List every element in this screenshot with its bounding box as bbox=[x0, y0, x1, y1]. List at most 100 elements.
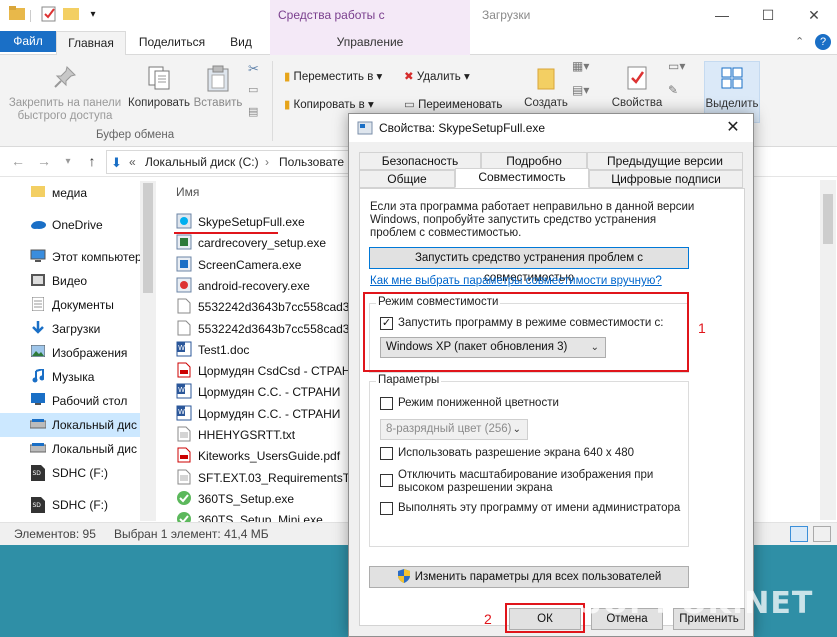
new-folder-icon bbox=[532, 65, 560, 93]
file-row[interactable]: W Цормудян С.С. - СТРАНИ bbox=[176, 404, 351, 425]
tab-home[interactable]: Главная bbox=[56, 31, 126, 55]
file-row[interactable]: HHEHYGSRTT.txt bbox=[176, 425, 351, 446]
file-row[interactable]: W Цормудян С.С. - СТРАНИ bbox=[176, 382, 351, 403]
file-name: Test1.doc bbox=[198, 342, 250, 357]
content-scroll-thumb[interactable] bbox=[823, 194, 833, 244]
res640-checkbox[interactable] bbox=[380, 447, 393, 460]
file-row[interactable]: SFT.EXT.03_RequirementsTes bbox=[176, 468, 351, 489]
rename-button[interactable]: ▭ Переименовать bbox=[404, 97, 502, 111]
properties-qat-icon[interactable] bbox=[40, 6, 58, 24]
computer-icon bbox=[30, 249, 46, 265]
nav-item-label: OneDrive bbox=[52, 218, 103, 232]
new-item-icon[interactable]: ▦▾ bbox=[572, 59, 589, 73]
minimize-button[interactable]: — bbox=[699, 0, 745, 31]
file-row[interactable]: ScreenCamera.exe bbox=[176, 255, 351, 276]
tab-share[interactable]: Поделиться bbox=[130, 31, 214, 55]
details-view-icon[interactable] bbox=[790, 526, 808, 542]
file-row[interactable]: Kiteworks_UsersGuide.pdf bbox=[176, 446, 351, 467]
new-folder-qat-icon[interactable] bbox=[62, 6, 80, 24]
file-row[interactable]: 5532242d3643b7cc558cad3e bbox=[176, 297, 351, 318]
nav-item[interactable]: Видео bbox=[0, 269, 155, 293]
nav-item[interactable]: Музыка bbox=[0, 365, 155, 389]
nav-item[interactable]: Загрузки bbox=[0, 317, 155, 341]
breadcrumb-users[interactable]: Пользовате bbox=[279, 155, 344, 169]
paste-button[interactable]: Вставить bbox=[192, 65, 244, 110]
change-all-users-label: Изменить параметры для всех пользователе… bbox=[414, 571, 662, 583]
properties-button[interactable]: Свойства bbox=[606, 65, 668, 110]
delete-icon: ✖ bbox=[404, 71, 414, 83]
nav-item-label: медиа bbox=[52, 186, 88, 200]
nav-item[interactable]: Локальный дис bbox=[0, 413, 155, 437]
file-row[interactable]: android-recovery.exe bbox=[176, 276, 351, 297]
reduced-color-checkbox[interactable] bbox=[380, 397, 393, 410]
close-window-button[interactable]: ✕ bbox=[791, 0, 837, 31]
file-row[interactable]: 360TS_Setup.exe bbox=[176, 489, 351, 510]
change-all-users-button[interactable]: Изменить параметры для всех пользователе… bbox=[369, 566, 689, 588]
file-name: android-recovery.exe bbox=[198, 278, 310, 293]
nav-item[interactable]: SD SDHC (F:) bbox=[0, 461, 155, 485]
pin-quick-access-button[interactable]: Закрепить на панели быстрого доступа bbox=[6, 65, 124, 123]
new-folder-button[interactable]: Создать bbox=[518, 65, 574, 110]
file-row[interactable]: 5532242d3643b7cc558cad3e bbox=[176, 319, 351, 340]
recent-icon[interactable]: ▾ bbox=[58, 156, 78, 167]
file-row[interactable]: W Test1.doc bbox=[176, 340, 351, 361]
copy-button[interactable]: Копировать bbox=[128, 65, 190, 110]
copy-to-button[interactable]: ▮ Копировать в ▾ bbox=[284, 97, 374, 111]
content-scrollbar[interactable] bbox=[820, 180, 836, 520]
customize-qat-icon[interactable]: ▾ bbox=[84, 6, 102, 24]
video-icon bbox=[30, 273, 46, 289]
tab-manage[interactable]: Управление bbox=[270, 31, 470, 55]
paste-shortcut-icon[interactable]: ▤ bbox=[248, 105, 258, 118]
large-icons-view-icon[interactable] bbox=[813, 526, 831, 542]
file-row[interactable]: cardrecovery_setup.exe bbox=[176, 233, 351, 254]
tab-compatibility[interactable]: Совместимость bbox=[455, 168, 589, 188]
move-to-button[interactable]: ▮ Переместить в ▾ bbox=[284, 69, 382, 83]
compatibility-panel: Если эта программа работает неправильно … bbox=[359, 188, 745, 626]
breadcrumb-chevron-icon: › bbox=[265, 155, 269, 169]
tab-general[interactable]: Общие bbox=[359, 170, 455, 188]
tab-file[interactable]: Файл bbox=[0, 31, 56, 52]
open-icon[interactable]: ▭▾ bbox=[668, 59, 685, 73]
tab-view[interactable]: Вид bbox=[218, 31, 264, 55]
file-row[interactable]: SkypeSetupFull.exe bbox=[176, 212, 351, 233]
nav-scroll-thumb[interactable] bbox=[143, 183, 153, 293]
nav-item[interactable]: Локальный дис bbox=[0, 437, 155, 461]
breadcrumb-overflow[interactable]: « bbox=[129, 155, 136, 169]
tab-previous-versions[interactable]: Предыдущие версии bbox=[587, 152, 743, 170]
manual-settings-link[interactable]: Как мне выбрать параметры совместимости … bbox=[370, 275, 662, 287]
nav-item[interactable]: Изображения bbox=[0, 341, 155, 365]
forward-icon[interactable]: → bbox=[34, 153, 54, 169]
breadcrumb-drive[interactable]: Локальный диск (C:) bbox=[145, 155, 259, 169]
nav-item-label: Локальный дис bbox=[52, 442, 137, 456]
nav-item[interactable]: OneDrive bbox=[0, 213, 155, 237]
disable-scaling-checkbox[interactable] bbox=[380, 474, 393, 487]
collapse-ribbon-icon[interactable]: ⌃ bbox=[795, 35, 804, 48]
back-icon[interactable]: ← bbox=[8, 153, 28, 169]
delete-label: Удалить bbox=[416, 71, 461, 83]
easy-access-icon[interactable]: ▤▾ bbox=[572, 83, 589, 97]
file-name: cardrecovery_setup.exe bbox=[198, 236, 327, 251]
nav-item[interactable]: медиа bbox=[0, 181, 155, 205]
cut-icon[interactable]: ✂ bbox=[248, 61, 259, 77]
delete-button[interactable]: ✖ Удалить ▾ bbox=[404, 69, 470, 83]
column-header-name[interactable]: Имя bbox=[176, 185, 199, 199]
tab-digital-signatures[interactable]: Цифровые подписи bbox=[589, 170, 743, 188]
dialog-close-button[interactable]: ✕ bbox=[719, 117, 747, 139]
nav-item[interactable]: Рабочий стол bbox=[0, 389, 155, 413]
nav-item[interactable]: Этот компьютер bbox=[0, 245, 155, 269]
file-name: HHEHYGSRTT.txt bbox=[198, 428, 296, 442]
copy-path-icon[interactable]: ▭ bbox=[248, 83, 258, 96]
up-icon[interactable]: ↑ bbox=[82, 153, 102, 169]
settings-group-title: Параметры bbox=[376, 374, 442, 386]
nav-item[interactable]: SD SDHC (F:) bbox=[0, 493, 155, 517]
edit-icon[interactable]: ✎ bbox=[668, 83, 678, 97]
run-troubleshooter-button[interactable]: Запустить средство устранения проблем с … bbox=[369, 247, 689, 284]
address-box[interactable]: ⬇ « Локальный диск (C:) › Пользовате bbox=[106, 150, 366, 174]
help-icon[interactable]: ? bbox=[815, 34, 831, 50]
nav-item[interactable]: Документы bbox=[0, 293, 155, 317]
file-row[interactable]: Цормудян CsdCsd - СТРАН bbox=[176, 361, 351, 382]
maximize-button[interactable]: ☐ bbox=[745, 0, 791, 31]
nav-scrollbar[interactable] bbox=[140, 181, 156, 521]
run-as-admin-checkbox[interactable] bbox=[380, 502, 393, 515]
intro-text: Если эта программа работает неправильно … bbox=[370, 201, 695, 239]
